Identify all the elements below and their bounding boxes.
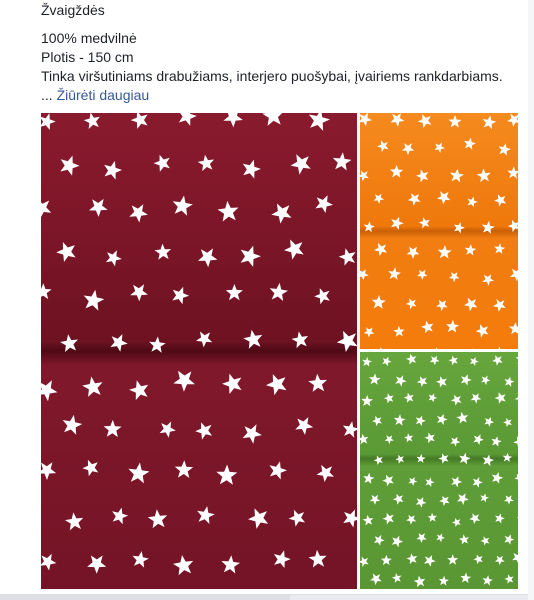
post-line-usage: Tinka viršutiniams drabužiams, interjero… <box>41 68 503 84</box>
scrollbar-track[interactable] <box>528 0 534 600</box>
green-fabric-image <box>360 352 518 589</box>
see-more-link[interactable]: Žiūrėti daugiau <box>57 87 150 103</box>
orange-fabric-image <box>360 113 518 349</box>
facebook-post: Žvaigždės 100% medvilnė Plotis - 150 cm … <box>0 0 529 595</box>
post-line-width: Plotis - 150 cm <box>41 49 134 65</box>
burgundy-fabric-image <box>41 113 357 589</box>
post-line-material: 100% medvilnė <box>41 30 137 46</box>
photo-orange-fabric[interactable] <box>360 113 518 349</box>
post-divider <box>0 594 290 600</box>
photo-grid <box>41 113 518 590</box>
post-see-more-row: ... Žiūrėti daugiau <box>41 86 521 105</box>
post-title: Žvaigždės <box>41 2 105 18</box>
photo-green-fabric[interactable] <box>360 352 518 589</box>
post-text: Žvaigždės 100% medvilnė Plotis - 150 cm … <box>41 0 521 105</box>
ellipsis: ... <box>41 87 57 103</box>
photo-burgundy-fabric[interactable] <box>41 113 357 589</box>
